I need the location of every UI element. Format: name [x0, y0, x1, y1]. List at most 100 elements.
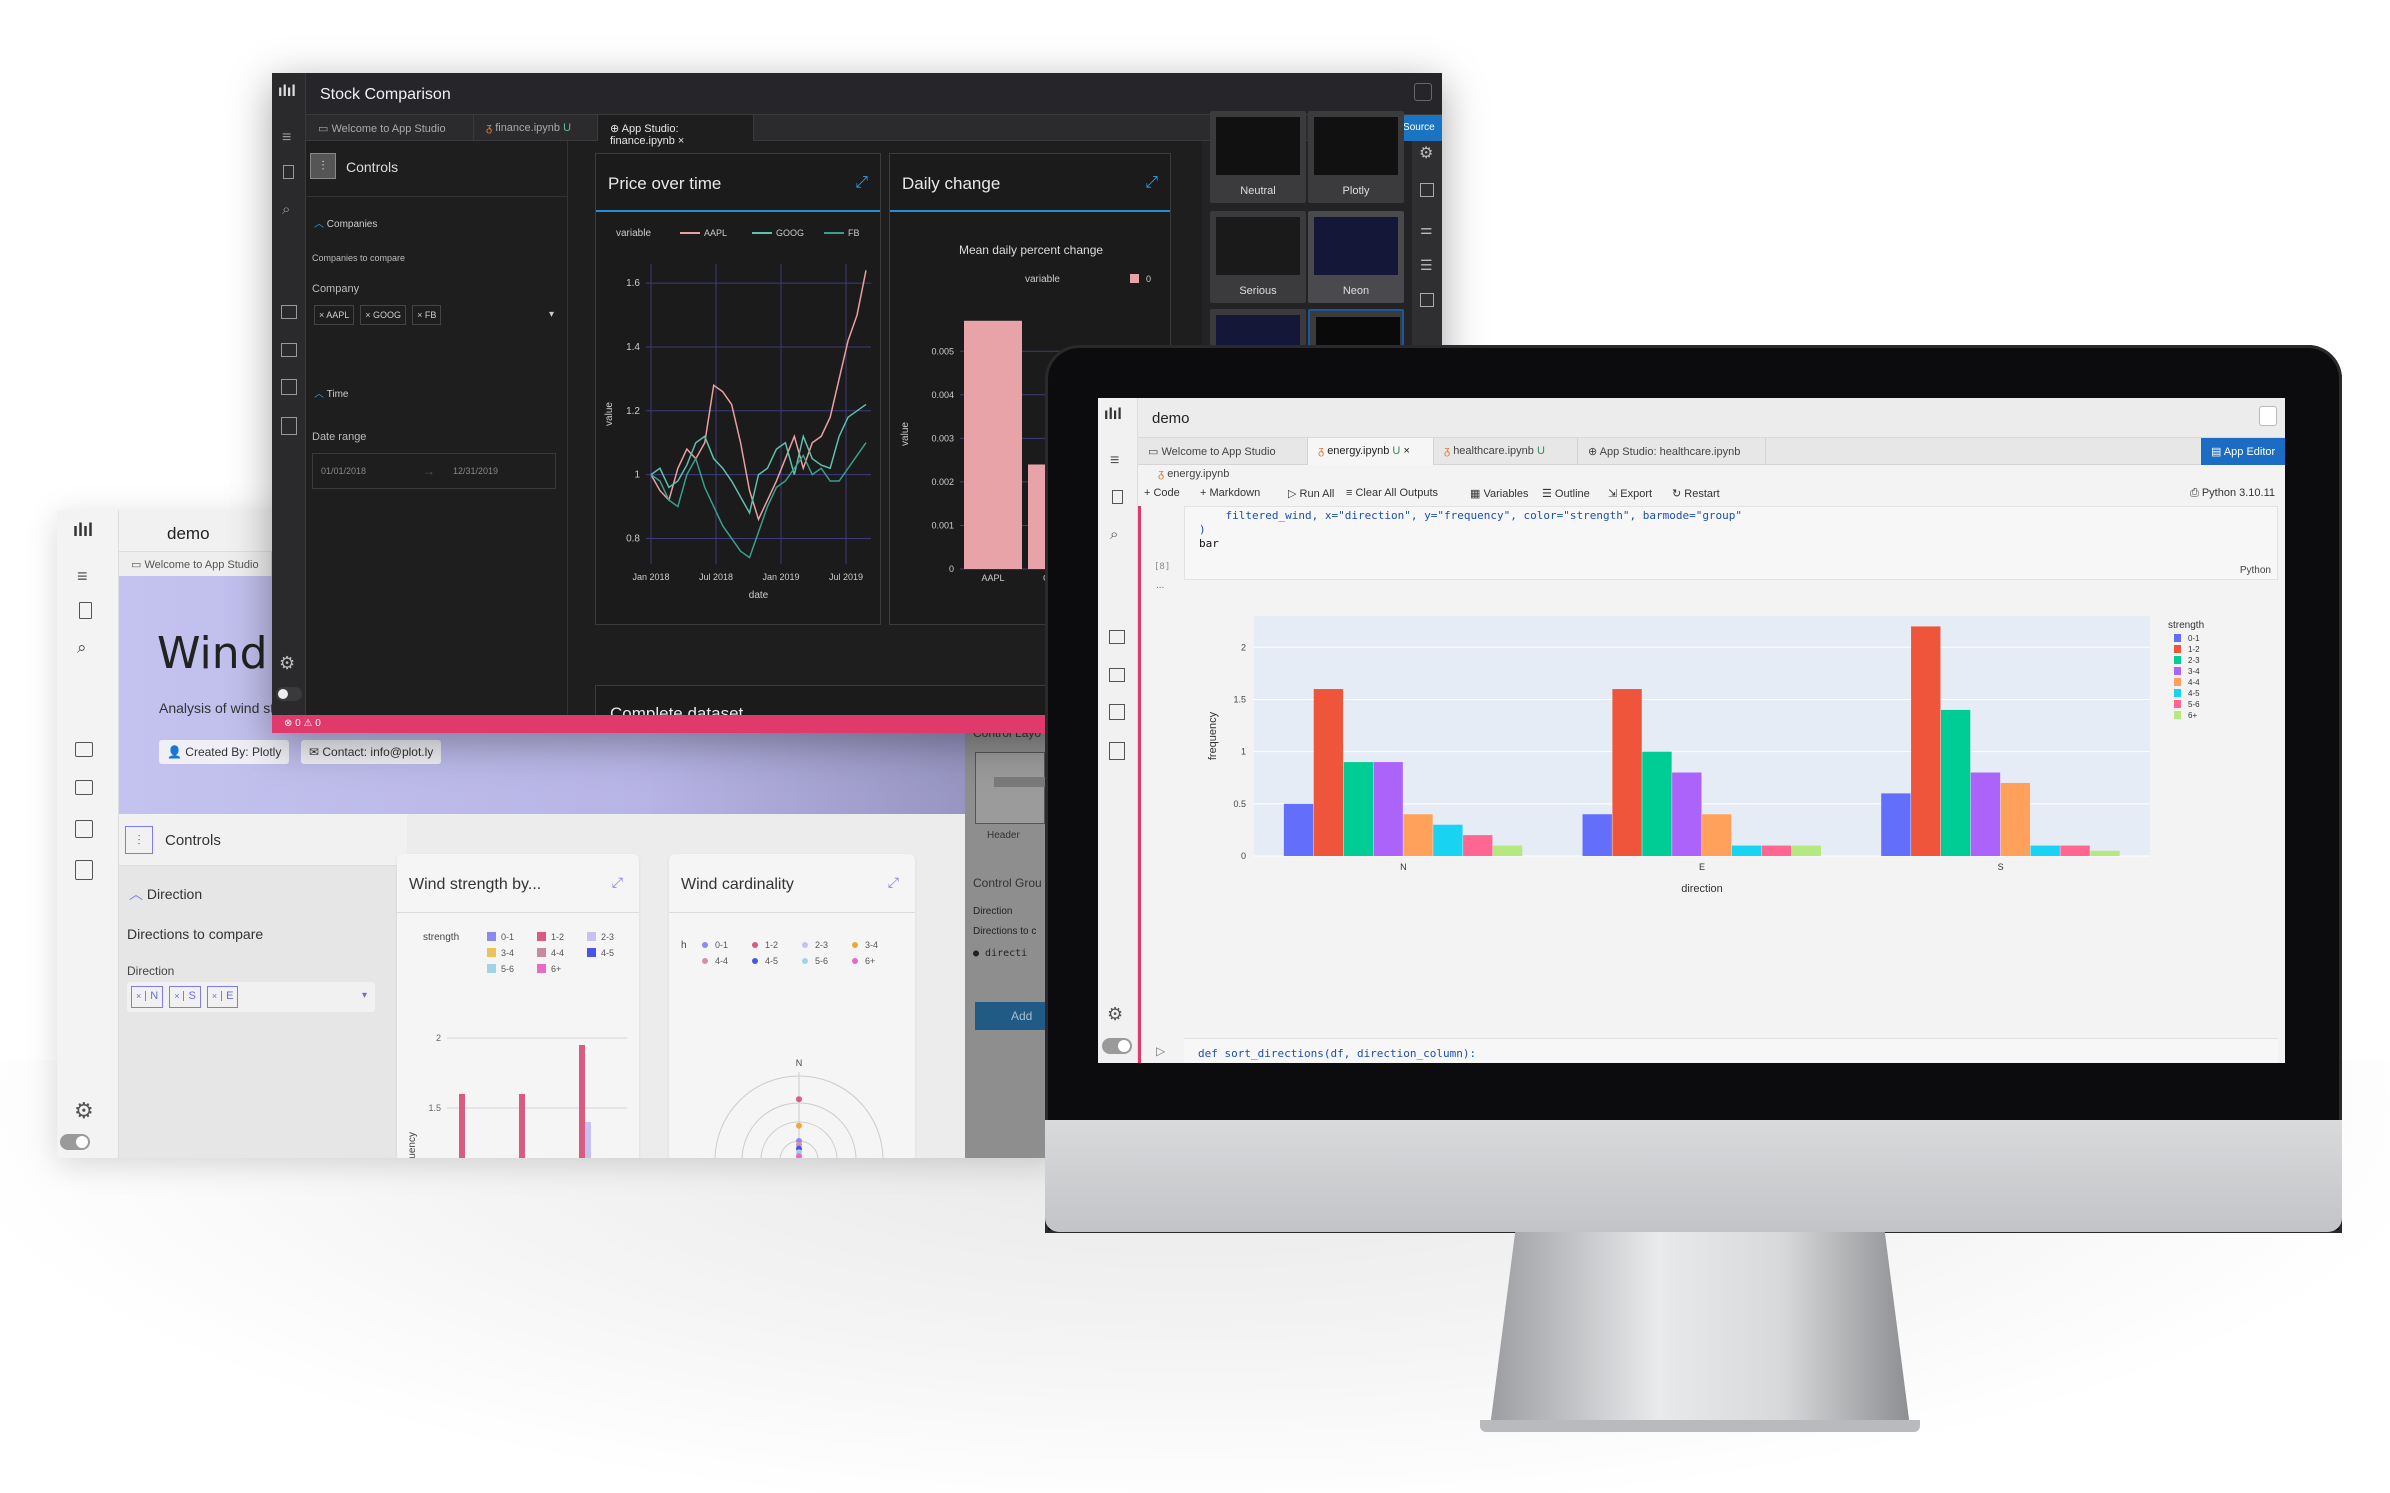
tab-welcome[interactable]: ▭ Welcome to App Studio	[1138, 438, 1308, 465]
legend-marker	[852, 942, 858, 948]
form-icon[interactable]	[75, 860, 93, 880]
notebook-icon[interactable]	[2259, 406, 2277, 426]
direction-multiselect[interactable]: × N × S × E ▾	[127, 982, 375, 1012]
time-section-toggle[interactable]: ︿ Time	[314, 385, 348, 400]
plotly-logo-icon: ılıl	[73, 520, 94, 540]
chip-goog[interactable]: × GOOG	[360, 305, 407, 325]
tab-welcome[interactable]: ▭ Welcome to App Studio	[306, 115, 474, 141]
add-markdown-button[interactable]: + Markdown	[1200, 487, 1260, 499]
checklist-icon[interactable]: ☰	[1420, 257, 1433, 274]
breadcrumb[interactable]: ᵹ energy.ipynb	[1158, 468, 1229, 480]
dashboard-icon[interactable]	[1109, 630, 1125, 644]
chip-e[interactable]: × E	[206, 986, 239, 1008]
legend-label: 3-4	[865, 940, 878, 950]
expand-icon[interactable]: ⤢	[888, 874, 899, 891]
chip-n[interactable]: × N	[131, 986, 164, 1008]
theme-neon[interactable]: Neon	[1308, 211, 1404, 303]
variables-button[interactable]: ▦ Variables	[1470, 487, 1529, 500]
chip-s[interactable]: × S	[169, 986, 201, 1008]
tab-app-studio-healthcare[interactable]: ⊕ App Studio: healthcare.ipynb	[1578, 438, 1766, 465]
wind-strength-card: Wind strength by... ⤢ strength 0-1 1-2 2-3 3…	[397, 854, 639, 1158]
tab-healthcare-notebook[interactable]: ᵹ healthcare.ipynb U	[1434, 438, 1578, 465]
run-all-button[interactable]: ▷ Run All	[1288, 487, 1334, 500]
kernel-selector[interactable]: ⎙ Python 3.10.11	[2190, 487, 2275, 500]
y-tick-label: 1	[634, 470, 640, 481]
date-range-picker[interactable]: 01/01/2018 → 12/31/2019	[312, 453, 556, 489]
company-multiselect[interactable]: × AAPL × GOOG × FB ▾	[314, 305, 554, 329]
file-icon[interactable]	[1112, 490, 1123, 504]
grid-icon[interactable]	[1109, 704, 1125, 720]
card-title: Wind cardinality	[681, 876, 794, 893]
chip-fb[interactable]: × FB	[412, 305, 442, 325]
chip-aapl[interactable]: × AAPL	[314, 305, 355, 325]
search-icon[interactable]: ⌕	[282, 201, 290, 218]
theme-toggle[interactable]	[276, 687, 302, 701]
export-button[interactable]: ⇲ Export	[1608, 487, 1652, 500]
layers-icon[interactable]	[75, 780, 93, 795]
file-icon[interactable]	[283, 165, 294, 179]
output-collapse[interactable]: ...	[1156, 580, 1164, 591]
grid-icon[interactable]	[281, 379, 297, 395]
dashboard-icon[interactable]	[281, 305, 297, 319]
add-code-button[interactable]: + Code	[1144, 487, 1180, 499]
y-tick-label: 1.6	[626, 278, 640, 289]
dropdown-caret-icon[interactable]: ▾	[362, 990, 367, 1001]
legend-swatch	[537, 948, 546, 957]
settings-icon[interactable]: ⚙	[279, 653, 295, 674]
search-icon[interactable]: ⌕	[1110, 526, 1118, 543]
run-cell-icon[interactable]: ▷	[1156, 1044, 1165, 1058]
tab-energy-notebook[interactable]: ᵹ energy.ipynb U ×	[1308, 438, 1434, 465]
sliders-icon[interactable]: ⚌	[1420, 221, 1433, 238]
close-icon[interactable]: ×	[678, 135, 684, 147]
legend-label: 5-6	[2188, 700, 2200, 709]
dashboard-icon[interactable]	[75, 742, 93, 757]
tab-app-studio-finance[interactable]: ⊕ App Studio: finance.ipynb ×	[598, 115, 754, 147]
tab-finance-notebook[interactable]: ᵹ finance.ipynb U	[474, 115, 598, 141]
settings-icon[interactable]: ⚙	[1107, 1004, 1123, 1025]
next-code-cell[interactable]: def sort_directions(df, direction_column…	[1184, 1038, 2278, 1063]
tab-welcome[interactable]: ▭ Welcome to App Studio	[119, 552, 272, 576]
close-icon[interactable]: ×	[1403, 445, 1409, 457]
calendar-icon[interactable]	[1420, 293, 1434, 307]
layers-icon[interactable]	[281, 343, 297, 357]
x-tick-label: AAPL	[981, 573, 1004, 583]
grid-icon[interactable]	[75, 820, 93, 838]
search-icon[interactable]: ⌕	[77, 638, 87, 658]
clear-outputs-button[interactable]: ≡ Clear All Outputs	[1346, 487, 1438, 499]
menu-icon[interactable]: ≡	[282, 129, 291, 147]
theme-toggle[interactable]	[60, 1134, 90, 1150]
restart-button[interactable]: ↻ Restart	[1672, 487, 1720, 500]
menu-icon[interactable]: ≡	[1110, 452, 1119, 470]
layout-icon[interactable]	[1420, 183, 1434, 197]
outline-button[interactable]: ☰ Outline	[1542, 487, 1590, 500]
theme-plotly[interactable]: Plotly	[1308, 111, 1404, 203]
notebook-icon[interactable]	[1414, 83, 1432, 101]
dropdown-caret-icon[interactable]: ▾	[549, 309, 554, 320]
expand-icon[interactable]: ⤢	[612, 874, 623, 891]
theme-toggle[interactable]	[1102, 1038, 1132, 1054]
contact-badge[interactable]: ✉ Contact: info@plot.ly	[301, 740, 442, 764]
file-icon[interactable]	[79, 602, 92, 619]
direction-section-toggle[interactable]: ︿ Direction	[129, 884, 202, 904]
app-editor-button[interactable]: ▤ App Editor	[2201, 438, 2285, 465]
form-icon[interactable]	[1109, 742, 1125, 760]
expand-icon[interactable]: ⤢	[1145, 174, 1158, 192]
menu-icon[interactable]: ≡	[77, 566, 88, 587]
settings-icon[interactable]: ⚙	[74, 1098, 94, 1124]
theme-neutral[interactable]: Neutral	[1210, 111, 1306, 203]
layers-icon[interactable]	[1109, 668, 1125, 682]
legend-label: 4-4	[715, 956, 728, 966]
settings-icon[interactable]: ⚙	[1419, 143, 1433, 163]
companies-section-toggle[interactable]: ︿ Companies	[314, 215, 377, 230]
expand-icon[interactable]: ⤢	[855, 174, 868, 192]
direction-component[interactable]: ● directi	[973, 948, 1027, 959]
end-date[interactable]: 12/31/2019	[453, 466, 498, 476]
form-icon[interactable]	[281, 417, 297, 435]
legend-label: 2-3	[2188, 656, 2200, 665]
theme-serious[interactable]: Serious	[1210, 211, 1306, 303]
export-icon: ⇲	[1608, 488, 1621, 500]
code-cell[interactable]: filtered_wind, x="direction", y="frequen…	[1184, 506, 2278, 580]
start-date[interactable]: 01/01/2018	[321, 466, 366, 476]
header-layout-tile[interactable]	[975, 752, 1046, 824]
bar-0-1	[1283, 803, 1314, 856]
